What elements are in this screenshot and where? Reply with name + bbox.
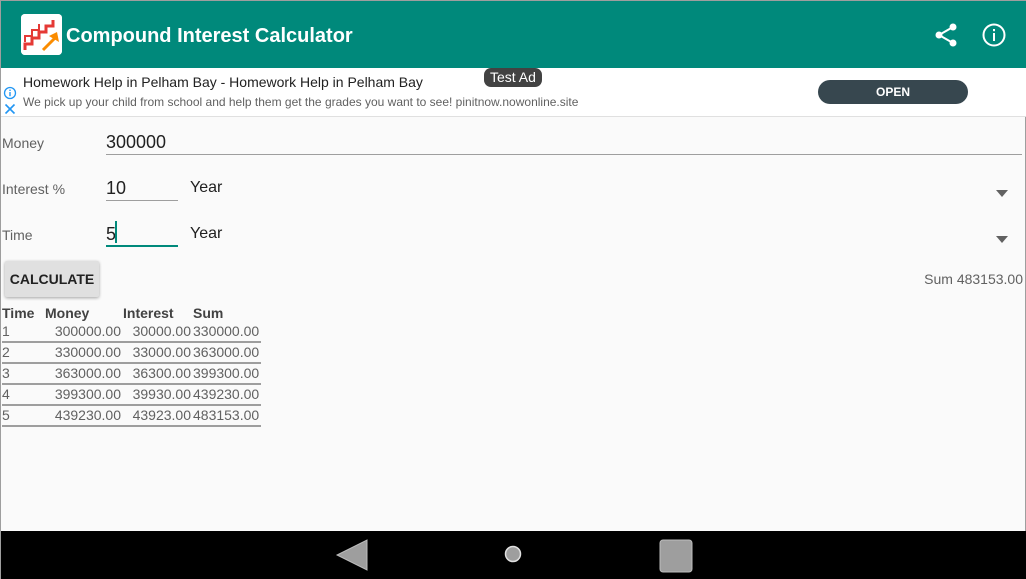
interest-label: Interest % bbox=[2, 181, 66, 197]
cell-money: 439230.00 bbox=[45, 405, 123, 427]
ad-banner[interactable]: Homework Help in Pelham Bay - Homework H… bbox=[1, 68, 1026, 117]
cell-money: 300000.00 bbox=[45, 321, 123, 343]
info-icon[interactable] bbox=[981, 22, 1007, 48]
cell-time: 1 bbox=[2, 321, 45, 343]
header-sum: Sum bbox=[193, 305, 224, 321]
cell-money: 363000.00 bbox=[45, 363, 123, 385]
cell-sum: 483153.00 bbox=[193, 405, 262, 427]
cell-interest: 36300.00 bbox=[123, 363, 193, 385]
results-table: Time Money Interest Sum 1 300000.00 3000… bbox=[2, 305, 262, 427]
cell-time: 4 bbox=[2, 384, 45, 406]
cell-time: 5 bbox=[2, 405, 45, 427]
close-icon[interactable] bbox=[4, 102, 16, 115]
table-row: 5 439230.00 43923.00 483153.00 bbox=[2, 405, 262, 427]
text-cursor bbox=[115, 221, 117, 243]
share-icon[interactable] bbox=[933, 22, 959, 48]
ad-description[interactable]: We pick up your child from school and he… bbox=[23, 95, 578, 109]
interest-period-dropdown-icon[interactable] bbox=[996, 184, 1008, 197]
table-row: 4 399300.00 39930.00 439230.00 bbox=[2, 384, 262, 406]
cell-money: 399300.00 bbox=[45, 384, 123, 406]
money-input-underline bbox=[106, 154, 1022, 155]
cell-interest: 33000.00 bbox=[123, 342, 193, 364]
time-label: Time bbox=[2, 227, 33, 243]
ad-title[interactable]: Homework Help in Pelham Bay - Homework H… bbox=[23, 74, 423, 90]
table-row: 1 300000.00 30000.00 330000.00 bbox=[2, 321, 262, 343]
cell-time: 3 bbox=[2, 363, 45, 385]
app-logo-icon bbox=[21, 14, 62, 55]
time-period-select[interactable]: Year bbox=[190, 225, 222, 243]
screen: Compound Interest Calculator Homework He… bbox=[0, 0, 1026, 579]
cell-time: 2 bbox=[2, 342, 45, 364]
ad-open-button[interactable]: OPEN bbox=[818, 80, 968, 104]
home-icon[interactable] bbox=[504, 545, 522, 563]
table-header-row: Time Money Interest Sum bbox=[2, 305, 261, 321]
cell-interest: 30000.00 bbox=[123, 321, 193, 343]
table-row: 2 330000.00 33000.00 363000.00 bbox=[2, 342, 262, 364]
cell-interest: 39930.00 bbox=[123, 384, 193, 406]
time-input-underline bbox=[106, 245, 178, 247]
table-row: 3 363000.00 36300.00 399300.00 bbox=[2, 363, 262, 385]
interest-period-select[interactable]: Year bbox=[190, 179, 222, 197]
test-ad-badge: Test Ad bbox=[484, 68, 542, 87]
cell-sum: 399300.00 bbox=[193, 363, 262, 385]
cell-sum: 363000.00 bbox=[193, 342, 262, 364]
header-money: Money bbox=[45, 305, 90, 321]
app-title: Compound Interest Calculator bbox=[66, 25, 353, 47]
interest-input-underline bbox=[106, 200, 178, 201]
header-interest: Interest bbox=[123, 305, 174, 321]
back-icon[interactable] bbox=[335, 538, 369, 572]
header-time: Time bbox=[2, 305, 35, 321]
cell-interest: 43923.00 bbox=[123, 405, 193, 427]
sum-result: Sum 483153.00 bbox=[924, 271, 1023, 287]
interest-input[interactable]: 10 bbox=[106, 177, 126, 199]
money-label: Money bbox=[2, 135, 45, 151]
cell-sum: 439230.00 bbox=[193, 384, 262, 406]
adchoices-icon[interactable] bbox=[3, 86, 17, 100]
recent-apps-icon[interactable] bbox=[659, 539, 693, 573]
app-bar: Compound Interest Calculator bbox=[1, 1, 1026, 68]
money-input[interactable]: 300000 bbox=[106, 131, 166, 153]
cell-money: 330000.00 bbox=[45, 342, 123, 364]
time-period-dropdown-icon[interactable] bbox=[996, 230, 1008, 243]
cell-sum: 330000.00 bbox=[193, 321, 262, 343]
calculate-button[interactable]: CALCULATE bbox=[5, 261, 99, 297]
